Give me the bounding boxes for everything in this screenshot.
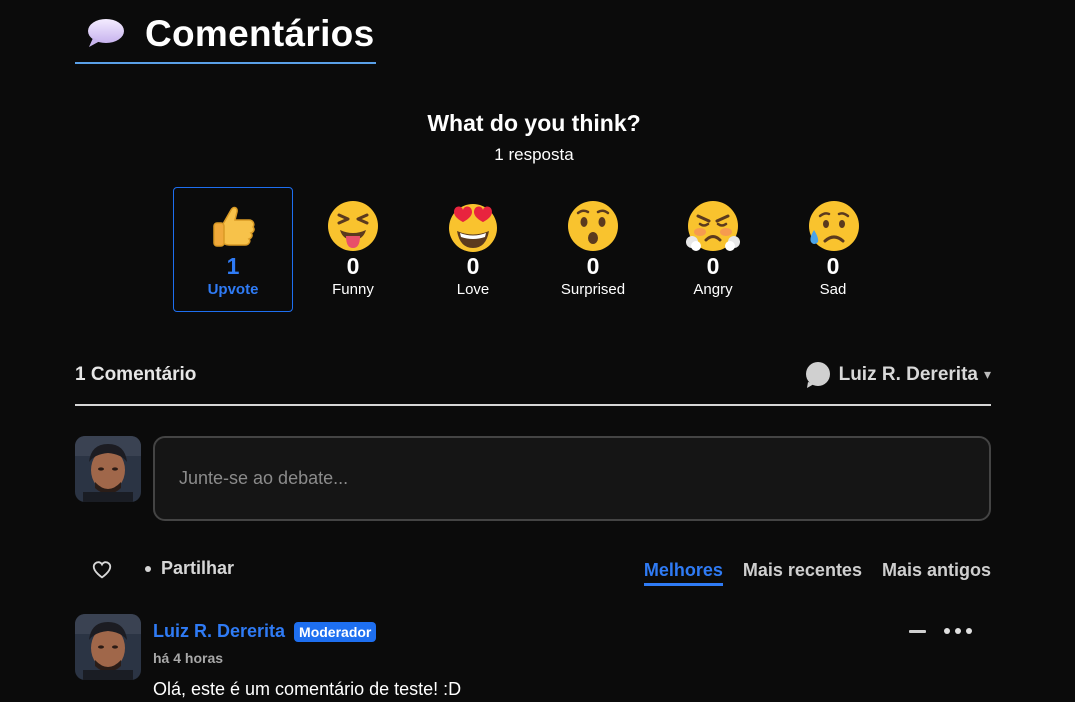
- share-button[interactable]: Partilhar: [145, 558, 234, 579]
- reaction-love[interactable]: 0 Love: [413, 187, 533, 312]
- reaction-upvote[interactable]: 1 Upvote: [173, 187, 293, 312]
- reaction-count: 0: [586, 253, 600, 279]
- reaction-funny[interactable]: 0 Funny: [293, 187, 413, 312]
- reaction-label: Sad: [819, 281, 847, 298]
- sort-tabs: Melhores Mais recentes Mais antigos: [624, 560, 991, 586]
- reactions-response-count: 1 resposta: [494, 145, 574, 164]
- user-menu-name: Luiz R. Dererita: [838, 363, 978, 385]
- comment-compose-box[interactable]: [153, 436, 991, 521]
- heart-eyes-face-icon: [449, 204, 497, 252]
- reaction-label: Upvote: [207, 281, 259, 298]
- heart-icon[interactable]: [91, 559, 113, 581]
- current-user-avatar: [75, 436, 141, 502]
- squinting-tongue-face-icon: [328, 201, 378, 251]
- bullet-dot: [145, 565, 151, 572]
- reaction-count: 0: [346, 253, 360, 279]
- comment-author-avatar[interactable]: [75, 614, 141, 680]
- reaction-count: 0: [826, 253, 840, 279]
- reactions-title: What do you think?: [427, 110, 641, 136]
- reaction-angry[interactable]: 0 Angry: [653, 187, 773, 312]
- reaction-count: 0: [466, 253, 480, 279]
- comment-author-name[interactable]: Luiz R. Dererita: [153, 621, 285, 642]
- reaction-list: 1 Upvote 0 Funny 0 Love 0 Surprised 0 An…: [173, 187, 893, 312]
- reaction-label: Funny: [332, 281, 374, 298]
- reaction-count: 0: [706, 253, 720, 279]
- thumbs-up-icon: [213, 206, 255, 247]
- comment-author-row: Luiz R. Dererita Moderador: [153, 621, 377, 642]
- more-options-icon[interactable]: [944, 622, 972, 640]
- reaction-label: Surprised: [560, 281, 626, 298]
- comment-body: Olá, este é um comentário de teste! :D: [153, 679, 462, 699]
- tab-best[interactable]: Melhores: [643, 560, 723, 586]
- user-menu[interactable]: Luiz R. Dererita ▾: [805, 361, 991, 388]
- chevron-down-icon: ▾: [983, 366, 991, 382]
- speech-bubble-icon: [83, 14, 127, 54]
- comments-toolbar: 1 Comentário Luiz R. Dererita ▾: [75, 355, 991, 406]
- angry-steam-face-icon: [686, 201, 740, 251]
- moderator-badge: Moderador: [294, 621, 377, 642]
- reaction-count: 1: [226, 253, 240, 279]
- comments-count: 1 Comentário: [75, 363, 197, 385]
- reaction-label: Angry: [693, 281, 733, 298]
- reaction-label: Love: [456, 281, 490, 298]
- page-title: Comentários: [145, 13, 375, 54]
- reaction-sad[interactable]: 0 Sad: [773, 187, 893, 312]
- comment-timestamp[interactable]: há 4 horas: [153, 650, 223, 666]
- collapse-comment-button[interactable]: [908, 622, 928, 640]
- sad-sweat-face-icon: [809, 201, 859, 251]
- comments-header: Comentários: [75, 6, 377, 64]
- surprised-face-icon: [568, 201, 618, 251]
- tab-oldest[interactable]: Mais antigos: [882, 560, 991, 586]
- comment-input[interactable]: [155, 438, 989, 519]
- comments-page: Comentários What do you think? 1 respost…: [0, 0, 1075, 702]
- reaction-surprised[interactable]: 0 Surprised: [533, 187, 653, 312]
- tab-newest[interactable]: Mais recentes: [743, 560, 862, 586]
- chat-bubble-icon: [805, 361, 830, 388]
- share-label: Partilhar: [161, 558, 235, 578]
